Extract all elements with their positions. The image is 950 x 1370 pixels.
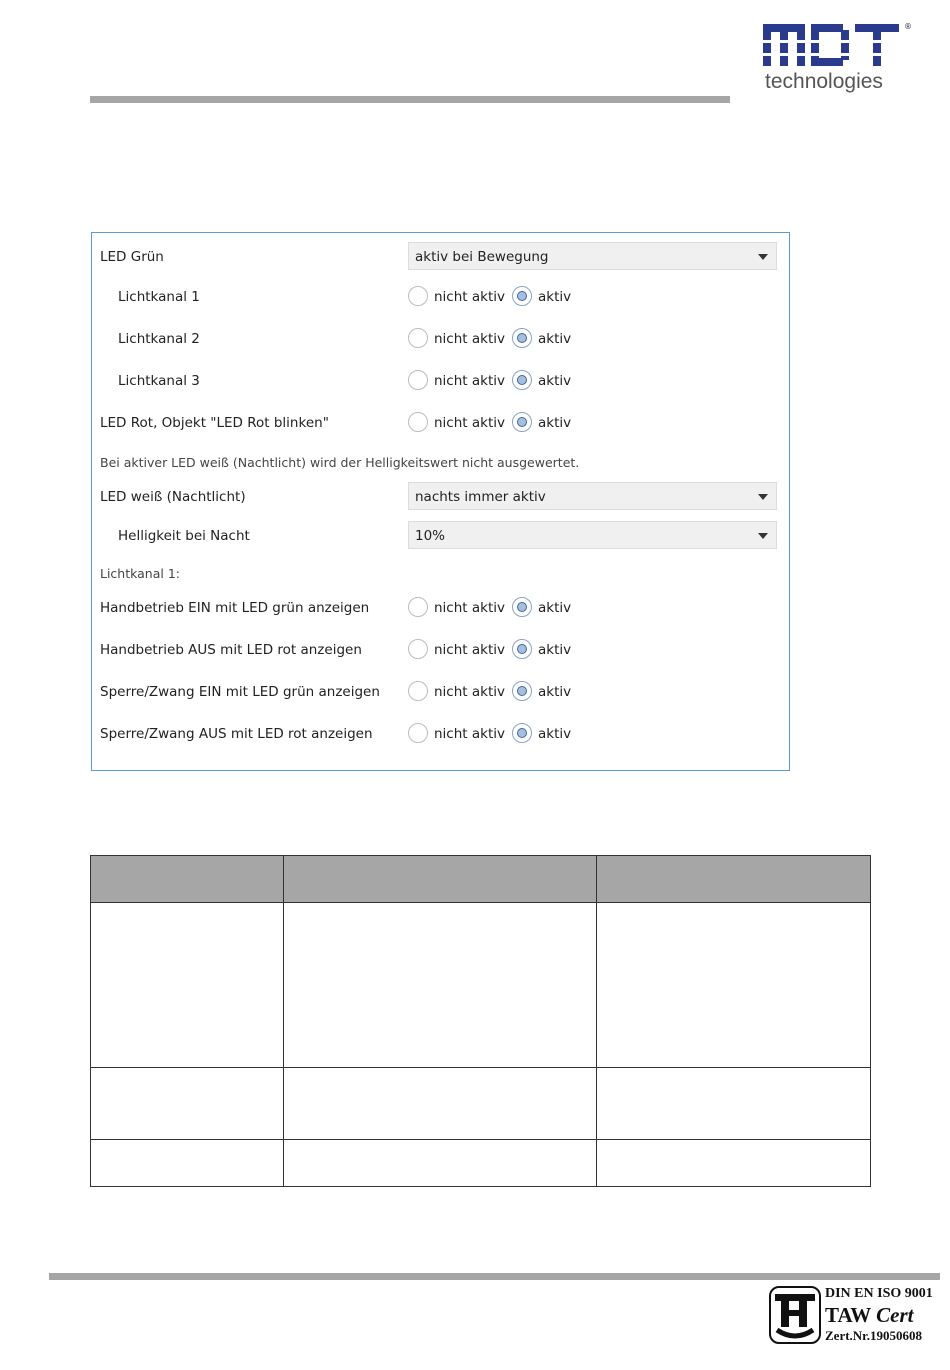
table-cell	[596, 1067, 871, 1140]
cert-number: Zert.Nr.19050608	[825, 1328, 923, 1343]
radio-label-nicht-aktiv: nicht aktiv	[434, 331, 505, 347]
radio-label-aktiv: aktiv	[538, 642, 572, 658]
sperre-ein-row: Sperre/Zwang EIN mit LED grün anzeigen n…	[92, 677, 789, 707]
radio-aktiv[interactable]	[512, 370, 532, 390]
radio-nicht-aktiv[interactable]	[408, 723, 428, 743]
led-weiss-select[interactable]: nachts immer aktiv	[408, 482, 777, 510]
table-row	[90, 1139, 871, 1187]
lichtkanal-3-label: Lichtkanal 3	[118, 373, 200, 389]
helligkeit-row: Helligkeit bei Nacht 10%	[92, 521, 789, 551]
radio-aktiv[interactable]	[512, 597, 532, 617]
led-weiss-value: nachts immer aktiv	[415, 489, 546, 505]
radio-label-nicht-aktiv: nicht aktiv	[434, 642, 505, 658]
handbetrieb-ein-label: Handbetrieb EIN mit LED grün anzeigen	[100, 600, 370, 616]
radio-label-aktiv: aktiv	[538, 600, 572, 616]
table-cell	[283, 1139, 597, 1187]
radio-label-aktiv: aktiv	[538, 331, 572, 347]
lichtkanal-2-label: Lichtkanal 2	[118, 331, 200, 347]
radio-nicht-aktiv[interactable]	[408, 639, 428, 659]
radio-label-aktiv: aktiv	[538, 726, 572, 742]
led-weiss-row: LED weiß (Nachtlicht) nachts immer aktiv	[92, 482, 789, 512]
chevron-down-icon	[758, 254, 768, 260]
led-gruen-label: LED Grün	[100, 249, 164, 265]
table-header-row	[90, 855, 871, 903]
registered-mark: ®	[904, 22, 912, 31]
radio-label-nicht-aktiv: nicht aktiv	[434, 289, 505, 305]
footer-rule	[49, 1273, 940, 1280]
table-cell	[90, 1139, 284, 1187]
sperre-ein-label: Sperre/Zwang EIN mit LED grün anzeigen	[100, 684, 380, 700]
mdt-logo: ® technologies	[763, 22, 913, 98]
cert-brand-cert: Cert	[876, 1303, 914, 1327]
lichtkanal-1-label: Lichtkanal 1	[118, 289, 200, 305]
radio-aktiv[interactable]	[512, 412, 532, 432]
radio-label-nicht-aktiv: nicht aktiv	[434, 415, 505, 431]
radio-label-aktiv: aktiv	[538, 684, 572, 700]
header-rule	[90, 96, 730, 103]
led-rot-row: LED Rot, Objekt "LED Rot blinken" nicht …	[92, 408, 789, 438]
radio-label-nicht-aktiv: nicht aktiv	[434, 373, 505, 389]
cert-brand: TAW Cert	[825, 1303, 914, 1328]
table-cell	[283, 1067, 597, 1140]
radio-aktiv[interactable]	[512, 723, 532, 743]
handbetrieb-aus-row: Handbetrieb AUS mit LED rot anzeigen nic…	[92, 635, 789, 665]
radio-nicht-aktiv[interactable]	[408, 286, 428, 306]
led-weiss-label: LED weiß (Nachtlicht)	[100, 489, 246, 505]
cert-brand-taw: TAW	[825, 1303, 871, 1327]
lichtkanal-1-row: Lichtkanal 1 nicht aktiv aktiv	[92, 282, 789, 312]
lichtkanal-2-row: Lichtkanal 2 nicht aktiv aktiv	[92, 324, 789, 354]
sperre-aus-row: Sperre/Zwang AUS mit LED rot anzeigen ni…	[92, 719, 789, 749]
mdt-logo-mark	[763, 24, 899, 66]
radio-label-nicht-aktiv: nicht aktiv	[434, 600, 505, 616]
handbetrieb-aus-label: Handbetrieb AUS mit LED rot anzeigen	[100, 642, 362, 658]
helligkeit-select[interactable]: 10%	[408, 521, 777, 549]
table-row	[90, 1067, 871, 1140]
certification-badge: DIN EN ISO 9001 TAW Cert Zert.Nr.1905060…	[769, 1286, 944, 1348]
radio-nicht-aktiv[interactable]	[408, 681, 428, 701]
table-header-cell	[90, 855, 284, 903]
table-cell	[596, 902, 871, 1068]
radio-nicht-aktiv[interactable]	[408, 328, 428, 348]
table-cell	[283, 902, 597, 1068]
chevron-down-icon	[758, 494, 768, 500]
helligkeit-label: Helligkeit bei Nacht	[118, 528, 250, 544]
parameter-table	[90, 855, 871, 1187]
table-row	[90, 902, 871, 1068]
table-cell	[90, 1067, 284, 1140]
led-gruen-select[interactable]: aktiv bei Bewegung	[408, 242, 777, 270]
radio-aktiv[interactable]	[512, 328, 532, 348]
radio-label-nicht-aktiv: nicht aktiv	[434, 726, 505, 742]
table-cell	[596, 1139, 871, 1187]
radio-label-aktiv: aktiv	[538, 415, 572, 431]
table-header-cell	[283, 855, 597, 903]
radio-nicht-aktiv[interactable]	[408, 412, 428, 432]
radio-label-aktiv: aktiv	[538, 289, 572, 305]
led-gruen-value: aktiv bei Bewegung	[415, 249, 549, 265]
table-header-cell	[596, 855, 871, 903]
radio-nicht-aktiv[interactable]	[408, 597, 428, 617]
taw-cert-logo-icon	[769, 1286, 821, 1344]
lichtkanal-3-row: Lichtkanal 3 nicht aktiv aktiv	[92, 366, 789, 396]
chevron-down-icon	[758, 533, 768, 539]
radio-label-aktiv: aktiv	[538, 373, 572, 389]
info-note: Bei aktiver LED weiß (Nachtlicht) wird d…	[100, 455, 580, 470]
table-cell	[90, 902, 284, 1068]
cert-standard: DIN EN ISO 9001	[825, 1286, 933, 1301]
radio-aktiv[interactable]	[512, 286, 532, 306]
led-rot-label: LED Rot, Objekt "LED Rot blinken"	[100, 415, 329, 431]
sperre-aus-label: Sperre/Zwang AUS mit LED rot anzeigen	[100, 726, 373, 742]
led-gruen-row: LED Grün aktiv bei Bewegung	[92, 242, 789, 272]
radio-nicht-aktiv[interactable]	[408, 370, 428, 390]
radio-aktiv[interactable]	[512, 639, 532, 659]
radio-label-nicht-aktiv: nicht aktiv	[434, 684, 505, 700]
logo-subtitle: technologies	[765, 70, 883, 93]
handbetrieb-ein-row: Handbetrieb EIN mit LED grün anzeigen ni…	[92, 593, 789, 623]
parameter-panel: LED Grün aktiv bei Bewegung Lichtkanal 1…	[91, 232, 790, 771]
radio-aktiv[interactable]	[512, 681, 532, 701]
helligkeit-value: 10%	[415, 528, 446, 544]
section-label: Lichtkanal 1:	[100, 566, 181, 581]
